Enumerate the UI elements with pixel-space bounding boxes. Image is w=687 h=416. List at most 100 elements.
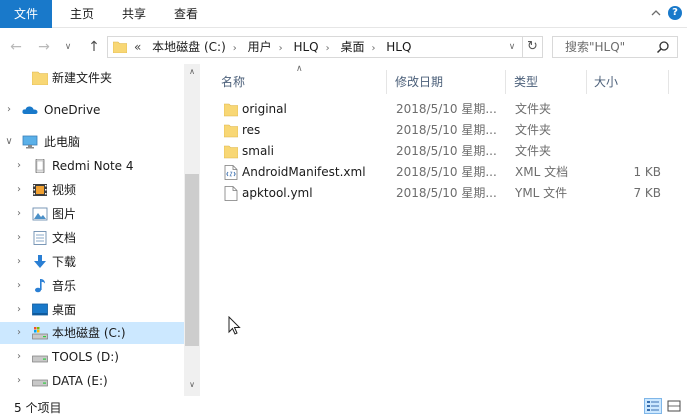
up-arrow-icon[interactable]: ↑ [86, 39, 102, 55]
column-divider[interactable] [668, 70, 669, 94]
search-icon[interactable] [656, 40, 670, 54]
sidebar-item-redmi-note-4[interactable]: › Redmi Note 4 [0, 155, 184, 177]
desktop-icon [32, 303, 48, 316]
sidebar-item-pictures[interactable]: › 图片 [0, 203, 184, 225]
chevron-down-icon[interactable]: ∨ [4, 131, 14, 153]
back-arrow-icon[interactable]: ← [8, 39, 24, 55]
sidebar-item-label: 文档 [52, 231, 77, 245]
column-divider[interactable] [586, 70, 587, 94]
drive-icon [32, 379, 48, 387]
sidebar-item-documents[interactable]: › 文档 [0, 227, 184, 249]
column-header-date[interactable]: 修改日期 [395, 70, 443, 94]
sidebar-item-data-e[interactable]: › DATA (E:) [0, 370, 184, 392]
status-bar: 5 个项目 [0, 396, 687, 416]
file-icon [224, 186, 238, 201]
breadcrumb-item[interactable]: 本地磁盘 (C:) [152, 37, 226, 57]
file-size: 1 KB [633, 165, 661, 179]
help-icon[interactable]: ? [668, 6, 682, 20]
file-name: res [242, 123, 261, 137]
sidebar-item-label: 音乐 [52, 279, 77, 293]
breadcrumb-separator-icon[interactable]: › [233, 39, 237, 59]
tab-file[interactable]: 文件 [0, 0, 52, 28]
chevron-right-icon[interactable]: › [14, 275, 24, 297]
sidebar-item-onedrive[interactable]: › OneDrive [0, 99, 184, 121]
large-icons-view-button[interactable] [665, 398, 683, 414]
sidebar-item-music[interactable]: › 音乐 [0, 275, 184, 297]
search-box[interactable]: 搜索"HLQ" [552, 36, 678, 58]
tab-share[interactable]: 共享 [114, 0, 154, 28]
mouse-cursor-icon [228, 316, 241, 335]
large-icons-view-icon [667, 400, 681, 412]
breadcrumb-separator-icon[interactable]: › [279, 39, 283, 59]
chevron-right-icon[interactable]: › [14, 203, 24, 225]
chevron-right-icon[interactable]: › [14, 179, 24, 201]
computer-icon [22, 135, 38, 149]
chevron-right-icon[interactable]: › [4, 99, 14, 121]
sidebar-item-desktop[interactable]: › 桌面 [0, 299, 184, 321]
breadcrumb-separator-icon[interactable]: › [326, 39, 330, 59]
scroll-up-icon[interactable]: ∧ [184, 64, 200, 80]
folder-icon [224, 124, 238, 138]
chevron-right-icon[interactable]: › [14, 251, 24, 273]
system-drive-icon [32, 327, 48, 340]
sidebar-item-this-pc[interactable]: ∨ 此电脑 [0, 131, 184, 153]
file-type: XML 文档 [515, 165, 569, 179]
chevron-right-icon[interactable]: › [14, 299, 24, 321]
chevron-right-icon[interactable]: › [14, 155, 24, 177]
folder-icon [32, 71, 48, 85]
file-name: original [242, 102, 287, 116]
recent-locations-chevron-icon[interactable]: ∨ [62, 39, 74, 55]
sidebar-item-videos[interactable]: › 视频 [0, 179, 184, 201]
file-row[interactable]: AndroidManifest.xml 2018/5/10 星期... XML … [216, 162, 674, 183]
breadcrumb-item[interactable]: HLQ [293, 37, 318, 57]
scrollbar-thumb[interactable] [185, 174, 199, 346]
tab-home[interactable]: 主页 [62, 0, 102, 28]
file-row[interactable]: smali 2018/5/10 星期... 文件夹 [216, 141, 674, 162]
column-divider[interactable] [505, 70, 506, 94]
sidebar-item-tools-d[interactable]: › TOOLS (D:) [0, 346, 184, 368]
file-row[interactable]: res 2018/5/10 星期... 文件夹 [216, 120, 674, 141]
details-view-button[interactable] [644, 398, 662, 414]
forward-arrow-icon[interactable]: → [36, 39, 52, 55]
tab-view[interactable]: 查看 [166, 0, 206, 28]
sidebar-item-local-disk-c[interactable]: › 本地磁盘 (C:) [0, 322, 184, 344]
sidebar-item-downloads[interactable]: › 下载 [0, 251, 184, 273]
folder-icon [224, 103, 238, 117]
documents-icon [33, 231, 47, 245]
navigation-bar: ← → ∨ ↑ « 本地磁盘 (C:) › 用户 › HLQ › 桌面 › HLQ ∨ … [0, 28, 687, 64]
navigation-scrollbar[interactable]: ∧ ∨ [184, 64, 200, 396]
chevron-right-icon[interactable]: › [14, 322, 24, 344]
breadcrumb-item[interactable]: 用户 [248, 37, 272, 57]
file-type: YML 文件 [515, 186, 568, 200]
xml-file-icon [224, 165, 238, 180]
navigation-pane: 新建文件夹 › OneDrive ∨ 此电脑 › Redmi Note 4 › … [0, 64, 200, 396]
sidebar-item-new-folder[interactable]: 新建文件夹 [0, 67, 184, 89]
file-row[interactable]: original 2018/5/10 星期... 文件夹 [216, 99, 674, 120]
chevron-right-icon[interactable]: › [14, 370, 24, 392]
file-row[interactable]: apktool.yml 2018/5/10 星期... YML 文件 7 KB [216, 183, 674, 204]
column-header-size[interactable]: 大小 [594, 70, 618, 94]
file-date: 2018/5/10 星期... [396, 144, 497, 158]
breadcrumb-overflow[interactable]: « [134, 37, 141, 57]
refresh-icon[interactable]: ↻ [522, 37, 542, 57]
search-placeholder[interactable]: 搜索"HLQ" [565, 37, 625, 57]
item-count: 5 个项目 [14, 401, 62, 415]
address-bar[interactable]: « 本地磁盘 (C:) › 用户 › HLQ › 桌面 › HLQ ∨ ↻ [107, 36, 543, 58]
breadcrumb-separator-icon[interactable]: › [371, 39, 375, 59]
file-date: 2018/5/10 星期... [396, 165, 497, 179]
column-divider[interactable] [386, 70, 387, 94]
column-header-type[interactable]: 类型 [514, 70, 538, 94]
scroll-down-icon[interactable]: ∨ [184, 376, 200, 394]
address-history-chevron-icon[interactable]: ∨ [504, 37, 520, 57]
file-list: ∧ 名称 修改日期 类型 大小 original 2018/5/10 星期...… [200, 64, 687, 396]
file-name: AndroidManifest.xml [242, 165, 366, 179]
sidebar-item-label: OneDrive [44, 103, 101, 117]
expand-ribbon-icon[interactable] [649, 6, 663, 20]
breadcrumb-item[interactable]: 桌面 [340, 37, 364, 57]
column-header-name[interactable]: 名称 [221, 70, 245, 94]
details-view-icon [647, 401, 659, 411]
chevron-right-icon[interactable]: › [14, 346, 24, 368]
chevron-right-icon[interactable]: › [14, 227, 24, 249]
breadcrumb-item[interactable]: HLQ [386, 37, 411, 57]
file-type: 文件夹 [515, 102, 552, 116]
